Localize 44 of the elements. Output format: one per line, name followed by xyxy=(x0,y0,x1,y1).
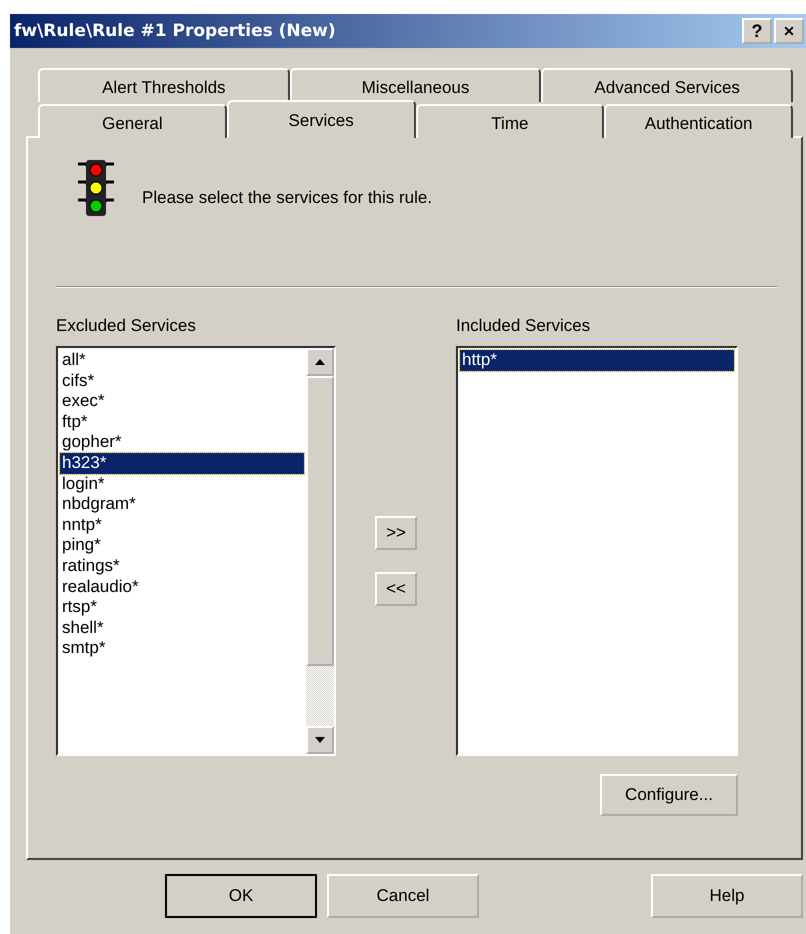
excluded-services-list[interactable]: all* cifs* exec* ftp* gopher* h323* login* nbdgram* nntp* ping* ratings* realaudio* rtsp* shell* smtp* xyxy=(56,346,336,756)
up-arrow-icon xyxy=(315,359,325,365)
tab[interactable]: Authentication xyxy=(604,104,793,138)
list-item[interactable]: nntp* xyxy=(60,514,304,536)
list-label: Excluded Services xyxy=(56,316,197,336)
list-label: Included Services xyxy=(456,316,592,336)
dialog-button[interactable]: Help xyxy=(651,874,803,918)
list-item[interactable]: cifs* xyxy=(60,370,304,392)
traffic-light-icon xyxy=(76,158,116,218)
list-item[interactable]: ping* xyxy=(60,535,304,556)
remove-button[interactable]: << xyxy=(375,572,417,606)
list-item[interactable]: realaudio* xyxy=(60,576,304,598)
list-item[interactable]: login* xyxy=(60,474,304,494)
tab[interactable]: Services xyxy=(226,100,416,138)
scroll-thumb[interactable] xyxy=(306,376,334,666)
tab[interactable]: Miscellaneous xyxy=(290,68,542,102)
instruction-text: Please select the services for this rule. xyxy=(142,188,432,208)
list-item[interactable]: http* xyxy=(460,350,734,371)
close-button[interactable]: × xyxy=(774,18,804,44)
list-item[interactable]: smtp* xyxy=(60,638,304,659)
list-item[interactable]: rtsp* xyxy=(60,597,304,618)
list-item[interactable]: all* xyxy=(60,350,304,371)
dialog-button[interactable]: OK xyxy=(165,874,317,918)
list-item[interactable]: ftp* xyxy=(60,412,304,432)
scroll-up-button[interactable] xyxy=(306,348,334,376)
window-title: fw\Rule\Rule #1 Properties (New) xyxy=(14,21,336,41)
list-item[interactable]: exec* xyxy=(60,391,304,412)
tab[interactable]: General xyxy=(38,104,227,138)
scrollbar[interactable] xyxy=(306,348,334,754)
configure-button[interactable]: Configure... xyxy=(600,774,738,816)
list-item[interactable]: nbdgram* xyxy=(60,494,304,515)
down-arrow-icon xyxy=(315,737,325,743)
dialog-button[interactable]: Cancel xyxy=(327,874,479,918)
tab[interactable]: Advanced Services xyxy=(541,68,794,102)
add-button[interactable]: >> xyxy=(375,516,417,550)
included-services-list[interactable]: http* xyxy=(456,346,738,756)
list-item[interactable]: gopher* xyxy=(60,432,304,453)
help-button[interactable]: ? xyxy=(742,18,772,44)
scroll-down-button[interactable] xyxy=(306,726,334,754)
list-item[interactable]: ratings* xyxy=(60,556,304,577)
list-item[interactable]: h323* xyxy=(60,452,304,474)
tab[interactable]: Time xyxy=(416,104,604,138)
tab[interactable]: Alert Thresholds xyxy=(38,68,290,102)
list-item[interactable]: shell* xyxy=(60,618,304,638)
